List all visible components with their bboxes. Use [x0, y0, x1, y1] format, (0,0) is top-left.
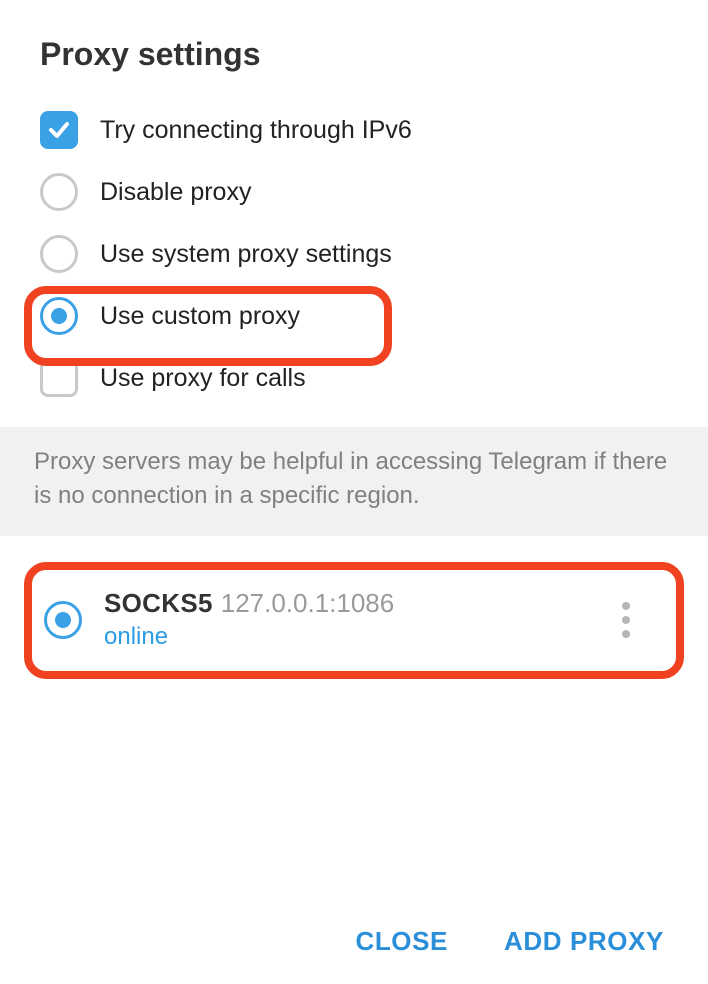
checkbox-ipv6[interactable]: [40, 111, 78, 149]
option-disable-row[interactable]: Disable proxy: [40, 161, 668, 223]
option-ipv6-row[interactable]: Try connecting through IPv6: [40, 99, 668, 161]
options-section: Try connecting through IPv6 Disable prox…: [0, 99, 708, 427]
dialog-title: Proxy settings: [0, 0, 708, 99]
option-label: Use system proxy settings: [100, 240, 392, 269]
radio-dot-icon: [55, 612, 71, 628]
option-label: Use custom proxy: [100, 302, 300, 331]
radio-system[interactable]: [40, 235, 78, 273]
radio-dot-icon: [51, 308, 67, 324]
dialog-footer: CLOSE ADD PROXY: [0, 898, 708, 984]
option-label: Try connecting through IPv6: [100, 116, 412, 145]
dot-icon: [622, 602, 630, 610]
option-system-row[interactable]: Use system proxy settings: [40, 223, 668, 285]
proxy-settings-dialog: Proxy settings Try connecting through IP…: [0, 0, 708, 984]
hint-band: Proxy servers may be helpful in accessin…: [0, 427, 708, 536]
dot-icon: [622, 616, 630, 624]
kebab-menu-icon[interactable]: [606, 600, 646, 640]
radio-proxy-0[interactable]: [44, 601, 82, 639]
checkbox-calls[interactable]: [40, 359, 78, 397]
proxy-list: SOCKS5 127.0.0.1:1086 online: [0, 536, 708, 679]
proxy-type: SOCKS5: [104, 588, 213, 618]
option-label: Use proxy for calls: [100, 364, 306, 393]
proxy-entry[interactable]: SOCKS5 127.0.0.1:1086 online: [24, 562, 684, 679]
proxy-title-line: SOCKS5 127.0.0.1:1086: [104, 588, 584, 619]
hint-text: Proxy servers may be helpful in accessin…: [34, 445, 674, 512]
proxy-info: SOCKS5 127.0.0.1:1086 online: [104, 588, 584, 651]
add-proxy-button[interactable]: ADD PROXY: [504, 926, 664, 957]
proxy-status: online: [104, 623, 584, 651]
radio-disable[interactable]: [40, 173, 78, 211]
close-button[interactable]: CLOSE: [355, 926, 448, 957]
option-custom-row[interactable]: Use custom proxy: [40, 285, 668, 347]
dot-icon: [622, 630, 630, 638]
option-calls-row[interactable]: Use proxy for calls: [40, 347, 668, 409]
radio-custom[interactable]: [40, 297, 78, 335]
checkmark-icon: [47, 118, 71, 142]
proxy-address: 127.0.0.1:1086: [221, 588, 395, 618]
option-label: Disable proxy: [100, 178, 251, 207]
